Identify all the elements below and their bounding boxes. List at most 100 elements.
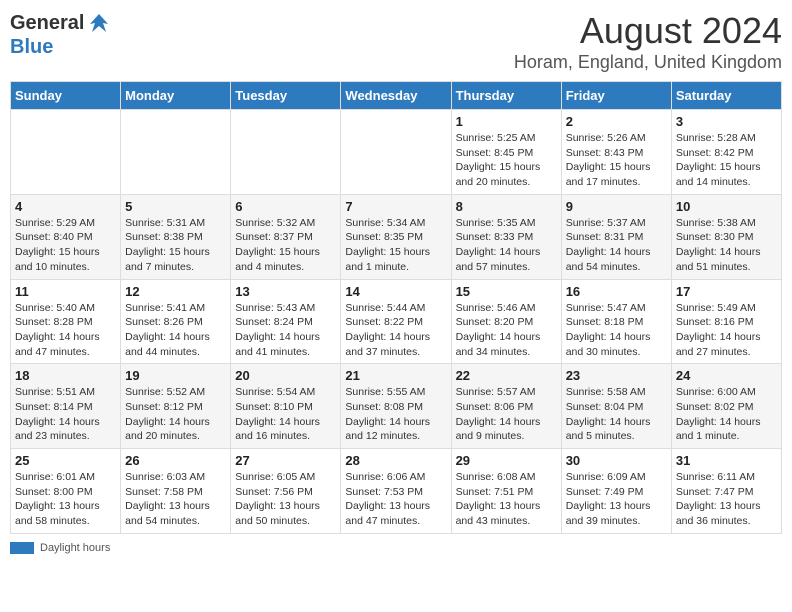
day-number: 14 [345, 284, 446, 299]
day-number: 16 [566, 284, 667, 299]
day-number: 10 [676, 199, 777, 214]
day-cell: 22Sunrise: 5:57 AM Sunset: 8:06 PM Dayli… [451, 364, 561, 449]
day-number: 2 [566, 114, 667, 129]
day-info: Sunrise: 5:38 AM Sunset: 8:30 PM Dayligh… [676, 216, 777, 275]
subtitle: Horam, England, United Kingdom [514, 52, 782, 73]
day-cell: 12Sunrise: 5:41 AM Sunset: 8:26 PM Dayli… [121, 279, 231, 364]
day-number: 1 [456, 114, 557, 129]
day-cell: 14 Sunrise: 5:44 AM Sunset: 8:22 PM Dayli… [341, 279, 451, 364]
day-info: Sunrise: 6:08 AM Sunset: 7:51 PM Dayligh… [456, 470, 557, 529]
day-info: Sunrise: 5:28 AM Sunset: 8:42 PM Dayligh… [676, 131, 777, 190]
day-cell: 3Sunrise: 5:28 AM Sunset: 8:42 PM Daylig… [671, 110, 781, 195]
week-row-4: 18 Sunrise: 5:51 AM Sunset: 8:14 PM Dayli… [11, 364, 782, 449]
day-number: 25 [15, 453, 116, 468]
day-cell: 26 Sunrise: 6:03 AM Sunset: 7:58 PM Dayli… [121, 449, 231, 534]
day-number: 6 [235, 199, 336, 214]
day-header-thursday: Thursday [451, 82, 561, 110]
day-cell: 5 Sunrise: 5:31 AM Sunset: 8:38 PM Daylig… [121, 194, 231, 279]
day-cell [231, 110, 341, 195]
day-info: Sunrise: 5:49 AM Sunset: 8:16 PM Dayligh… [676, 301, 777, 360]
day-cell: 30 Sunrise: 6:09 AM Sunset: 7:49 PM Dayli… [561, 449, 671, 534]
day-cell: 2Sunrise: 5:26 AM Sunset: 8:43 PM Daylig… [561, 110, 671, 195]
day-cell [341, 110, 451, 195]
legend-bar-icon [10, 542, 34, 554]
day-cell: 18 Sunrise: 5:51 AM Sunset: 8:14 PM Dayli… [11, 364, 121, 449]
day-info: Sunrise: 5:55 AM Sunset: 8:08 PM Dayligh… [345, 385, 446, 444]
day-info: Sunrise: 6:11 AM Sunset: 7:47 PM Dayligh… [676, 470, 777, 529]
week-row-5: 25 Sunrise: 6:01 AM Sunset: 8:00 PM Dayli… [11, 449, 782, 534]
day-header-saturday: Saturday [671, 82, 781, 110]
main-title: August 2024 [514, 10, 782, 52]
day-cell: 6Sunrise: 5:32 AM Sunset: 8:37 PM Daylig… [231, 194, 341, 279]
logo: General Blue [10, 10, 112, 59]
day-info: Sunrise: 5:51 AM Sunset: 8:14 PM Dayligh… [15, 385, 116, 444]
day-header-friday: Friday [561, 82, 671, 110]
day-info: Sunrise: 5:58 AM Sunset: 8:04 PM Dayligh… [566, 385, 667, 444]
day-number: 11 [15, 284, 116, 299]
day-info: Sunrise: 5:37 AM Sunset: 8:31 PM Dayligh… [566, 216, 667, 275]
day-number: 26 [125, 453, 226, 468]
header: General Blue August 2024 Horam, England,… [10, 10, 782, 73]
day-number: 23 [566, 368, 667, 383]
day-info: Sunrise: 5:57 AM Sunset: 8:06 PM Dayligh… [456, 385, 557, 444]
day-number: 28 [345, 453, 446, 468]
day-info: Sunrise: 5:31 AM Sunset: 8:38 PM Dayligh… [125, 216, 226, 275]
day-number: 18 [15, 368, 116, 383]
day-info: Sunrise: 5:34 AM Sunset: 8:35 PM Dayligh… [345, 216, 446, 275]
day-cell: 24Sunrise: 6:00 AM Sunset: 8:02 PM Dayli… [671, 364, 781, 449]
day-number: 20 [235, 368, 336, 383]
day-cell: 17 Sunrise: 5:49 AM Sunset: 8:16 PM Dayli… [671, 279, 781, 364]
day-info: Sunrise: 5:44 AM Sunset: 8:22 PM Dayligh… [345, 301, 446, 360]
day-number: 31 [676, 453, 777, 468]
day-number: 17 [676, 284, 777, 299]
day-info: Sunrise: 5:47 AM Sunset: 8:18 PM Dayligh… [566, 301, 667, 360]
day-cell: 28Sunrise: 6:06 AM Sunset: 7:53 PM Dayli… [341, 449, 451, 534]
week-row-2: 4Sunrise: 5:29 AM Sunset: 8:40 PM Daylig… [11, 194, 782, 279]
day-cell: 20 Sunrise: 5:54 AM Sunset: 8:10 PM Dayli… [231, 364, 341, 449]
day-cell: 25 Sunrise: 6:01 AM Sunset: 8:00 PM Dayli… [11, 449, 121, 534]
day-header-wednesday: Wednesday [341, 82, 451, 110]
day-number: 5 [125, 199, 226, 214]
day-info: Sunrise: 6:01 AM Sunset: 8:00 PM Dayligh… [15, 470, 116, 529]
calendar-header: SundayMondayTuesdayWednesdayThursdayFrid… [11, 82, 782, 110]
logo-general: General [10, 12, 84, 35]
day-cell: 9 Sunrise: 5:37 AM Sunset: 8:31 PM Daylig… [561, 194, 671, 279]
day-cell: 7 Sunrise: 5:34 AM Sunset: 8:35 PM Daylig… [341, 194, 451, 279]
day-info: Sunrise: 5:40 AM Sunset: 8:28 PM Dayligh… [15, 301, 116, 360]
legend: Daylight hours [10, 542, 782, 554]
day-cell: 27Sunrise: 6:05 AM Sunset: 7:56 PM Dayli… [231, 449, 341, 534]
day-cell: 19Sunrise: 5:52 AM Sunset: 8:12 PM Dayli… [121, 364, 231, 449]
day-number: 9 [566, 199, 667, 214]
logo-blue: Blue [10, 36, 53, 58]
day-info: Sunrise: 5:46 AM Sunset: 8:20 PM Dayligh… [456, 301, 557, 360]
day-cell: 15Sunrise: 5:46 AM Sunset: 8:20 PM Dayli… [451, 279, 561, 364]
title-area: August 2024 Horam, England, United Kingd… [514, 10, 782, 73]
day-cell: 16 Sunrise: 5:47 AM Sunset: 8:18 PM Dayli… [561, 279, 671, 364]
day-info: Sunrise: 6:03 AM Sunset: 7:58 PM Dayligh… [125, 470, 226, 529]
day-info: Sunrise: 6:09 AM Sunset: 7:49 PM Dayligh… [566, 470, 667, 529]
day-header-tuesday: Tuesday [231, 82, 341, 110]
day-number: 21 [345, 368, 446, 383]
day-cell: 21 Sunrise: 5:55 AM Sunset: 8:08 PM Dayli… [341, 364, 451, 449]
week-row-3: 11 Sunrise: 5:40 AM Sunset: 8:28 PM Dayli… [11, 279, 782, 364]
day-number: 4 [15, 199, 116, 214]
day-number: 12 [125, 284, 226, 299]
day-info: Sunrise: 5:54 AM Sunset: 8:10 PM Dayligh… [235, 385, 336, 444]
day-cell: 23 Sunrise: 5:58 AM Sunset: 8:04 PM Dayli… [561, 364, 671, 449]
day-cell: 31 Sunrise: 6:11 AM Sunset: 7:47 PM Dayli… [671, 449, 781, 534]
day-number: 8 [456, 199, 557, 214]
day-info: Sunrise: 5:52 AM Sunset: 8:12 PM Dayligh… [125, 385, 226, 444]
day-cell: 1 Sunrise: 5:25 AM Sunset: 8:45 PM Daylig… [451, 110, 561, 195]
day-info: Sunrise: 5:35 AM Sunset: 8:33 PM Dayligh… [456, 216, 557, 275]
week-row-1: 1 Sunrise: 5:25 AM Sunset: 8:45 PM Daylig… [11, 110, 782, 195]
day-header-sunday: Sunday [11, 82, 121, 110]
day-number: 7 [345, 199, 446, 214]
day-cell [121, 110, 231, 195]
day-number: 13 [235, 284, 336, 299]
legend-label: Daylight hours [40, 542, 110, 554]
day-info: Sunrise: 5:25 AM Sunset: 8:45 PM Dayligh… [456, 131, 557, 190]
header-row: SundayMondayTuesdayWednesdayThursdayFrid… [11, 82, 782, 110]
day-cell: 13Sunrise: 5:43 AM Sunset: 8:24 PM Dayli… [231, 279, 341, 364]
day-number: 27 [235, 453, 336, 468]
day-number: 30 [566, 453, 667, 468]
